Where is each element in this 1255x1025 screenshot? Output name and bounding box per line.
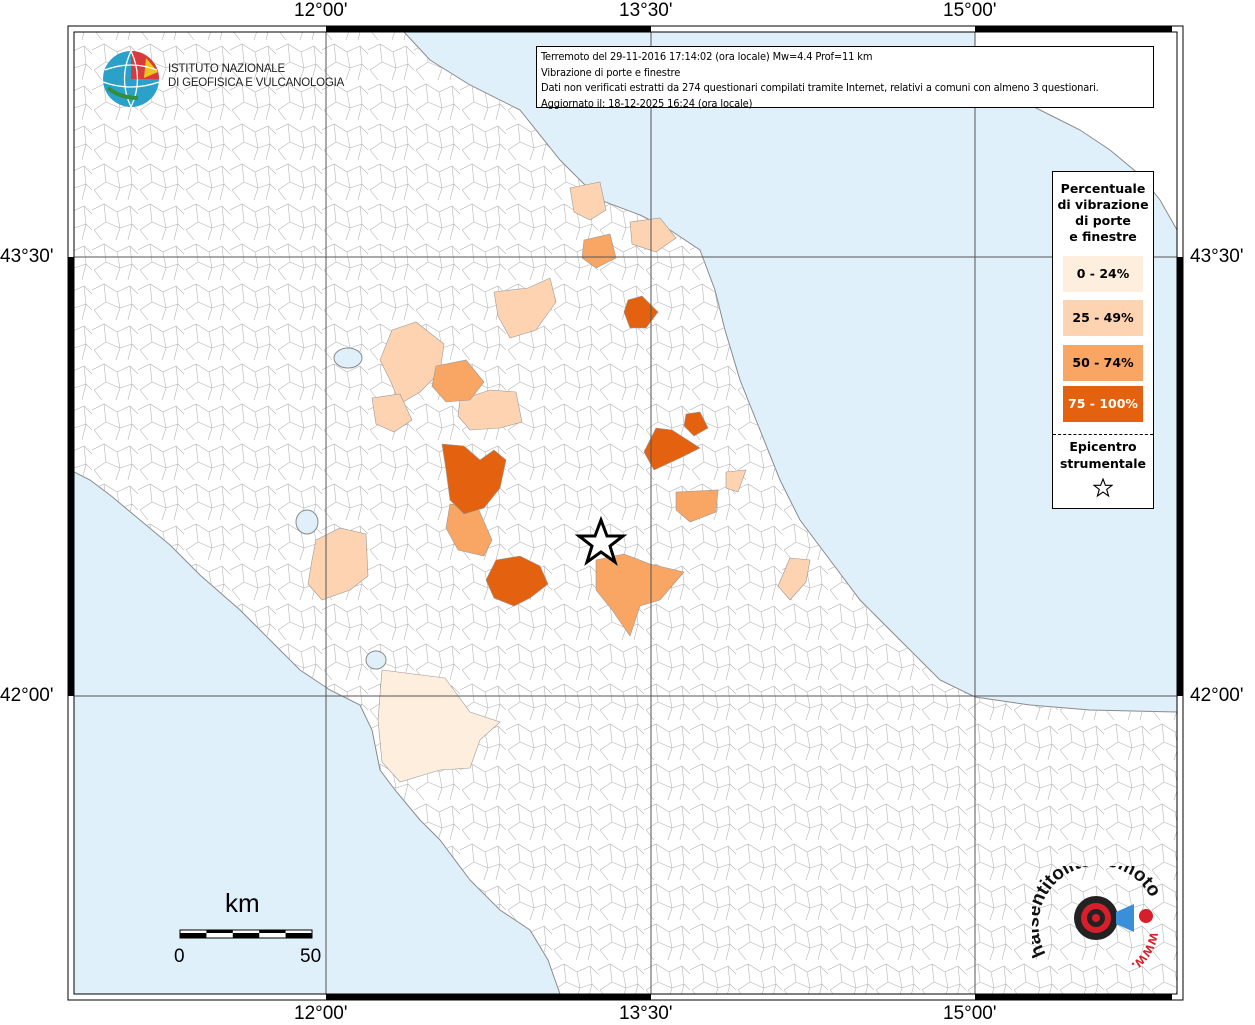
info-parameter: Vibrazione di porte e finestre <box>541 65 681 79</box>
svg-text:www.: www. <box>1128 930 1163 974</box>
legend-title-line: Percentuale <box>1060 181 1146 196</box>
lon-label-top-15: 15°00' <box>943 0 997 21</box>
lon-label-top-1330: 13°30' <box>619 0 673 21</box>
event-info-box: Terremoto del 29-11-2016 17:14:02 (ora l… <box>536 46 1154 110</box>
scale-end: 50 <box>300 946 322 967</box>
scale-unit: km <box>225 888 260 918</box>
scale-bar <box>179 929 313 939</box>
info-data-note: Dati non verificati estratti da 274 ques… <box>541 81 1099 94</box>
legend-star-icon <box>1093 478 1113 498</box>
legend-title-line: di vibrazione <box>1057 197 1149 212</box>
legend-class-75-100: 75 - 100% <box>1063 386 1143 422</box>
lake-bracciano <box>365 650 387 670</box>
lon-label-bottom-1330: 13°30' <box>619 1003 673 1024</box>
lat-label-right-4330: 43°30' <box>1190 246 1244 267</box>
lake-bolsena <box>295 509 319 535</box>
legend-epicenter-label: Epicentro strumentale <box>1053 438 1153 472</box>
lat-label-left-4330: 43°30' <box>0 246 54 267</box>
legend-class-50-74: 50 - 74% <box>1063 345 1143 381</box>
info-updated: Aggiornato il: 18-12-2025 16:24 (ora loc… <box>541 96 753 110</box>
info-event: Terremoto del 29-11-2016 17:14:02 (ora l… <box>541 50 873 63</box>
logo-line-2: DI GEOFISICA E VULCANOLOGIA <box>168 77 345 89</box>
legend-separator <box>1053 434 1153 435</box>
ingv-logo-text: ISTITUTO NAZIONALE DI GEOFISICA E VULCAN… <box>168 62 344 90</box>
haisentito-badge: haisentitoilterremoto.it www. <box>1032 866 1164 975</box>
badge-url: www. <box>1128 930 1163 974</box>
scale-start: 0 <box>174 946 185 967</box>
legend-title-line: di porte <box>1075 213 1131 228</box>
ingv-logo-globe <box>102 50 160 108</box>
lon-label-bottom-15: 15°00' <box>943 1003 997 1024</box>
legend-title: Percentuale di vibrazione di porte e fin… <box>1053 181 1153 245</box>
legend-epicenter-line: strumentale <box>1059 456 1147 471</box>
legend: Percentuale di vibrazione di porte e fin… <box>1052 171 1154 509</box>
legend-class-0-24: 0 - 24% <box>1063 256 1143 292</box>
lat-label-right-42: 42°00' <box>1190 685 1244 706</box>
legend-title-line: e finestre <box>1069 229 1137 244</box>
legend-class-25-49: 25 - 49% <box>1063 300 1143 336</box>
legend-epicenter-line: Epicentro <box>1069 439 1137 454</box>
lon-label-top-12: 12°00' <box>294 0 348 21</box>
lon-label-bottom-12: 12°00' <box>294 1003 348 1024</box>
lat-label-left-42: 42°00' <box>0 685 54 706</box>
logo-line-1: ISTITUTO NAZIONALE <box>168 63 285 75</box>
lake-trasimeno <box>333 347 363 369</box>
